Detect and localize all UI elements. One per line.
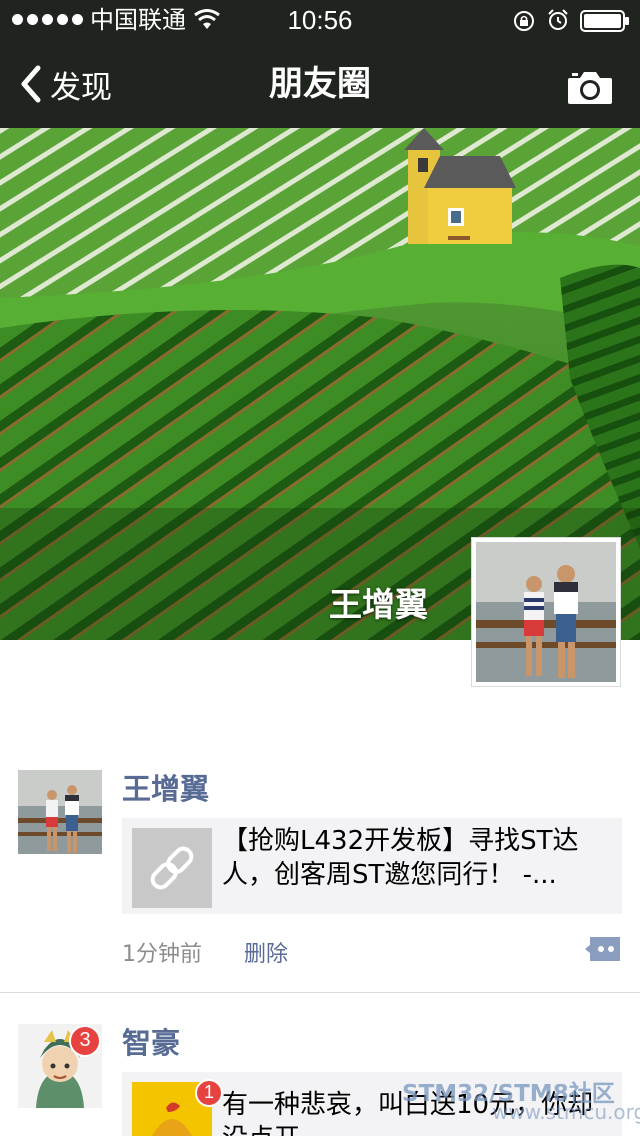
- profile-avatar[interactable]: [471, 537, 621, 687]
- comment-icon[interactable]: [584, 935, 622, 963]
- back-button[interactable]: 发现: [18, 62, 112, 106]
- status-bar: 中国联通 10:56: [0, 0, 640, 40]
- delete-button[interactable]: 删除: [244, 936, 288, 968]
- profile-photo: [476, 542, 616, 682]
- unread-badge-count: 3: [79, 1029, 91, 1051]
- profile-name[interactable]: 王增翼: [329, 578, 428, 626]
- status-time: 10:56: [287, 5, 353, 35]
- link-icon: [150, 846, 194, 890]
- post-author-name[interactable]: 王增翼: [122, 771, 209, 807]
- link-title: 【抢购L432开发板】寻找ST达人，创客周ST邀您同行！ -...: [222, 826, 579, 890]
- avatar-photo: [18, 770, 102, 854]
- camera-icon[interactable]: [566, 68, 614, 106]
- post-time: 1分钟前: [122, 942, 202, 967]
- link-thumbnail: [132, 828, 212, 908]
- alarm-icon: [548, 9, 568, 30]
- divider: [0, 992, 640, 993]
- back-label: 发现: [50, 69, 112, 106]
- chevron-left-icon: [21, 65, 41, 103]
- post-author-name[interactable]: 智豪: [122, 1025, 180, 1061]
- battery-icon: [580, 10, 629, 32]
- navigation-bar: 发现 朋友圈: [0, 40, 640, 128]
- link-badge-count: 1: [203, 1082, 214, 1102]
- shared-link-card[interactable]: 【抢购L432开发板】寻找ST达人，创客周ST邀您同行！ -...: [122, 818, 622, 914]
- avatar[interactable]: [18, 770, 102, 854]
- rotation-lock-icon: [514, 11, 534, 31]
- watermark-url: www.stmcu.org: [492, 1100, 640, 1124]
